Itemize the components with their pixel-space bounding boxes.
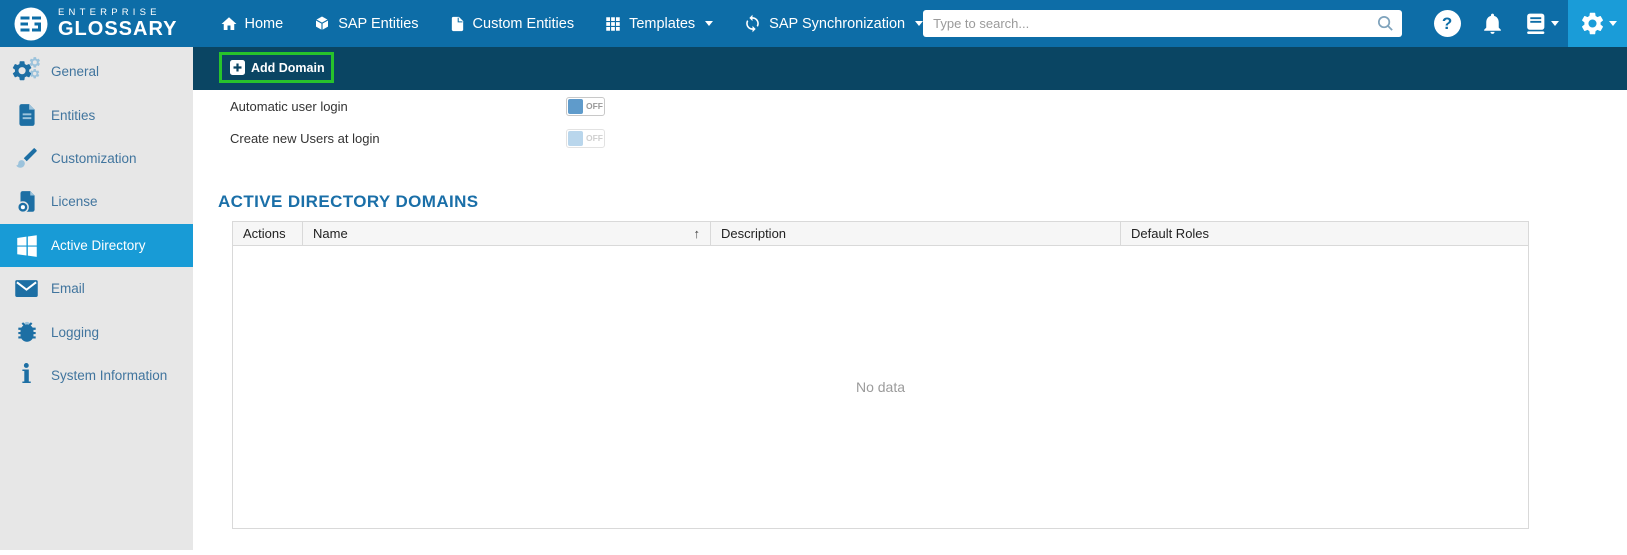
- table-header: Actions Name ↑ Description Default Roles: [233, 222, 1528, 246]
- add-domain-label: Add Domain: [251, 61, 325, 75]
- sidebar-item-general[interactable]: General: [0, 50, 193, 93]
- settings-menu-button[interactable]: [1568, 0, 1627, 47]
- brand-line2: GLOSSARY: [58, 19, 178, 39]
- toggle-state: OFF: [583, 101, 603, 111]
- sidebar-item-label: Logging: [51, 325, 99, 340]
- nav-sap-entities[interactable]: SAP Entities: [313, 15, 418, 33]
- automatic-user-login-label: Automatic user login: [230, 99, 566, 114]
- plus-icon: [230, 60, 245, 75]
- settings-sidebar: General Entities Customization: [0, 47, 193, 550]
- column-header-name[interactable]: Name ↑: [303, 222, 711, 245]
- column-label: Actions: [243, 226, 286, 241]
- column-header-actions[interactable]: Actions: [233, 222, 303, 245]
- glossary-menu-button[interactable]: [1514, 0, 1568, 47]
- search-icon[interactable]: [1376, 14, 1395, 33]
- automatic-user-login-toggle[interactable]: OFF: [566, 97, 605, 116]
- sidebar-item-entities[interactable]: Entities: [0, 93, 193, 136]
- toggle-knob: [568, 99, 583, 114]
- sidebar-item-label: Active Directory: [51, 238, 146, 253]
- windows-icon: [11, 231, 42, 259]
- column-label: Default Roles: [1131, 226, 1209, 241]
- envelope-icon: [11, 275, 42, 303]
- eg-logo-icon: [13, 6, 49, 42]
- notifications-button[interactable]: [1470, 0, 1514, 47]
- no-data-text: No data: [856, 379, 905, 395]
- global-search: [923, 10, 1402, 37]
- chevron-down-icon: [915, 21, 923, 26]
- login-settings: Automatic user login OFF Create new User…: [193, 90, 1627, 154]
- gears-icon: [11, 58, 42, 86]
- sidebar-item-label: System Information: [51, 368, 167, 383]
- sidebar-item-logging[interactable]: Logging: [0, 310, 193, 353]
- column-label: Description: [721, 226, 786, 241]
- nav-sap-entities-label: SAP Entities: [338, 16, 418, 32]
- sidebar-item-active-directory[interactable]: Active Directory: [0, 224, 193, 267]
- sidebar-item-label: General: [51, 64, 99, 79]
- bell-icon: [1480, 11, 1505, 36]
- file-icon: [449, 15, 466, 33]
- nav-home-label: Home: [245, 16, 284, 32]
- column-header-default-roles[interactable]: Default Roles: [1121, 222, 1528, 245]
- sync-icon: [743, 14, 762, 33]
- sidebar-item-label: License: [51, 194, 98, 209]
- active-directory-page: Automatic user login OFF Create new User…: [193, 90, 1627, 555]
- content-toolbar: Add Domain: [193, 47, 1627, 90]
- page-title: ACTIVE DIRECTORY DOMAINS: [218, 192, 1627, 212]
- sidebar-item-customization[interactable]: Customization: [0, 137, 193, 180]
- domains-table: Actions Name ↑ Description Default Roles…: [232, 221, 1529, 529]
- add-domain-button[interactable]: Add Domain: [222, 55, 331, 80]
- grid-icon: [604, 15, 622, 33]
- help-button[interactable]: [1424, 0, 1470, 47]
- column-label: Name: [313, 226, 348, 241]
- book-icon: [1523, 11, 1548, 36]
- nav-templates-label: Templates: [629, 16, 695, 32]
- nav-home[interactable]: Home: [220, 15, 284, 33]
- chevron-down-icon: [1609, 21, 1617, 26]
- setting-row: Automatic user login OFF: [230, 90, 1627, 122]
- bug-icon: [11, 318, 42, 346]
- toggle-state: OFF: [583, 133, 603, 143]
- main-nav: Home SAP Entities Custom Entities Templa…: [220, 14, 924, 33]
- sort-ascending-icon: ↑: [694, 226, 701, 241]
- sidebar-item-label: Customization: [51, 151, 137, 166]
- brand-line1: ENTERPRISE: [58, 8, 178, 18]
- nav-sap-synchronization[interactable]: SAP Synchronization: [743, 14, 923, 33]
- navbar-actions: [1424, 0, 1627, 47]
- top-navbar: ENTERPRISE GLOSSARY Home SAP Entities Cu…: [0, 0, 1627, 47]
- info-icon: [11, 361, 42, 389]
- setting-row: Create new Users at login OFF: [230, 122, 1627, 154]
- nav-custom-entities-label: Custom Entities: [473, 16, 575, 32]
- sidebar-item-label: Email: [51, 281, 85, 296]
- column-header-description[interactable]: Description: [711, 222, 1121, 245]
- chevron-down-icon: [705, 21, 713, 26]
- nav-custom-entities[interactable]: Custom Entities: [449, 15, 575, 33]
- nav-sap-synchronization-label: SAP Synchronization: [769, 16, 905, 32]
- cube-icon: [313, 15, 331, 33]
- document-icon: [11, 101, 42, 129]
- click-highlight: Add Domain: [219, 52, 334, 83]
- chevron-down-icon: [1551, 21, 1559, 26]
- brush-icon: [11, 144, 42, 172]
- search-input[interactable]: [923, 10, 1402, 37]
- sidebar-item-license[interactable]: License: [0, 180, 193, 223]
- license-icon: [11, 188, 42, 216]
- help-icon: [1434, 10, 1461, 37]
- sidebar-item-email[interactable]: Email: [0, 267, 193, 310]
- nav-templates[interactable]: Templates: [604, 15, 713, 33]
- create-users-toggle: OFF: [566, 129, 605, 148]
- app-logo[interactable]: ENTERPRISE GLOSSARY: [0, 6, 178, 42]
- create-users-label: Create new Users at login: [230, 131, 566, 146]
- toggle-knob: [568, 131, 583, 146]
- home-icon: [220, 15, 238, 33]
- sidebar-item-system-information[interactable]: System Information: [0, 354, 193, 397]
- table-empty-state: No data: [233, 246, 1528, 528]
- sidebar-item-label: Entities: [51, 108, 95, 123]
- gear-icon: [1579, 10, 1606, 37]
